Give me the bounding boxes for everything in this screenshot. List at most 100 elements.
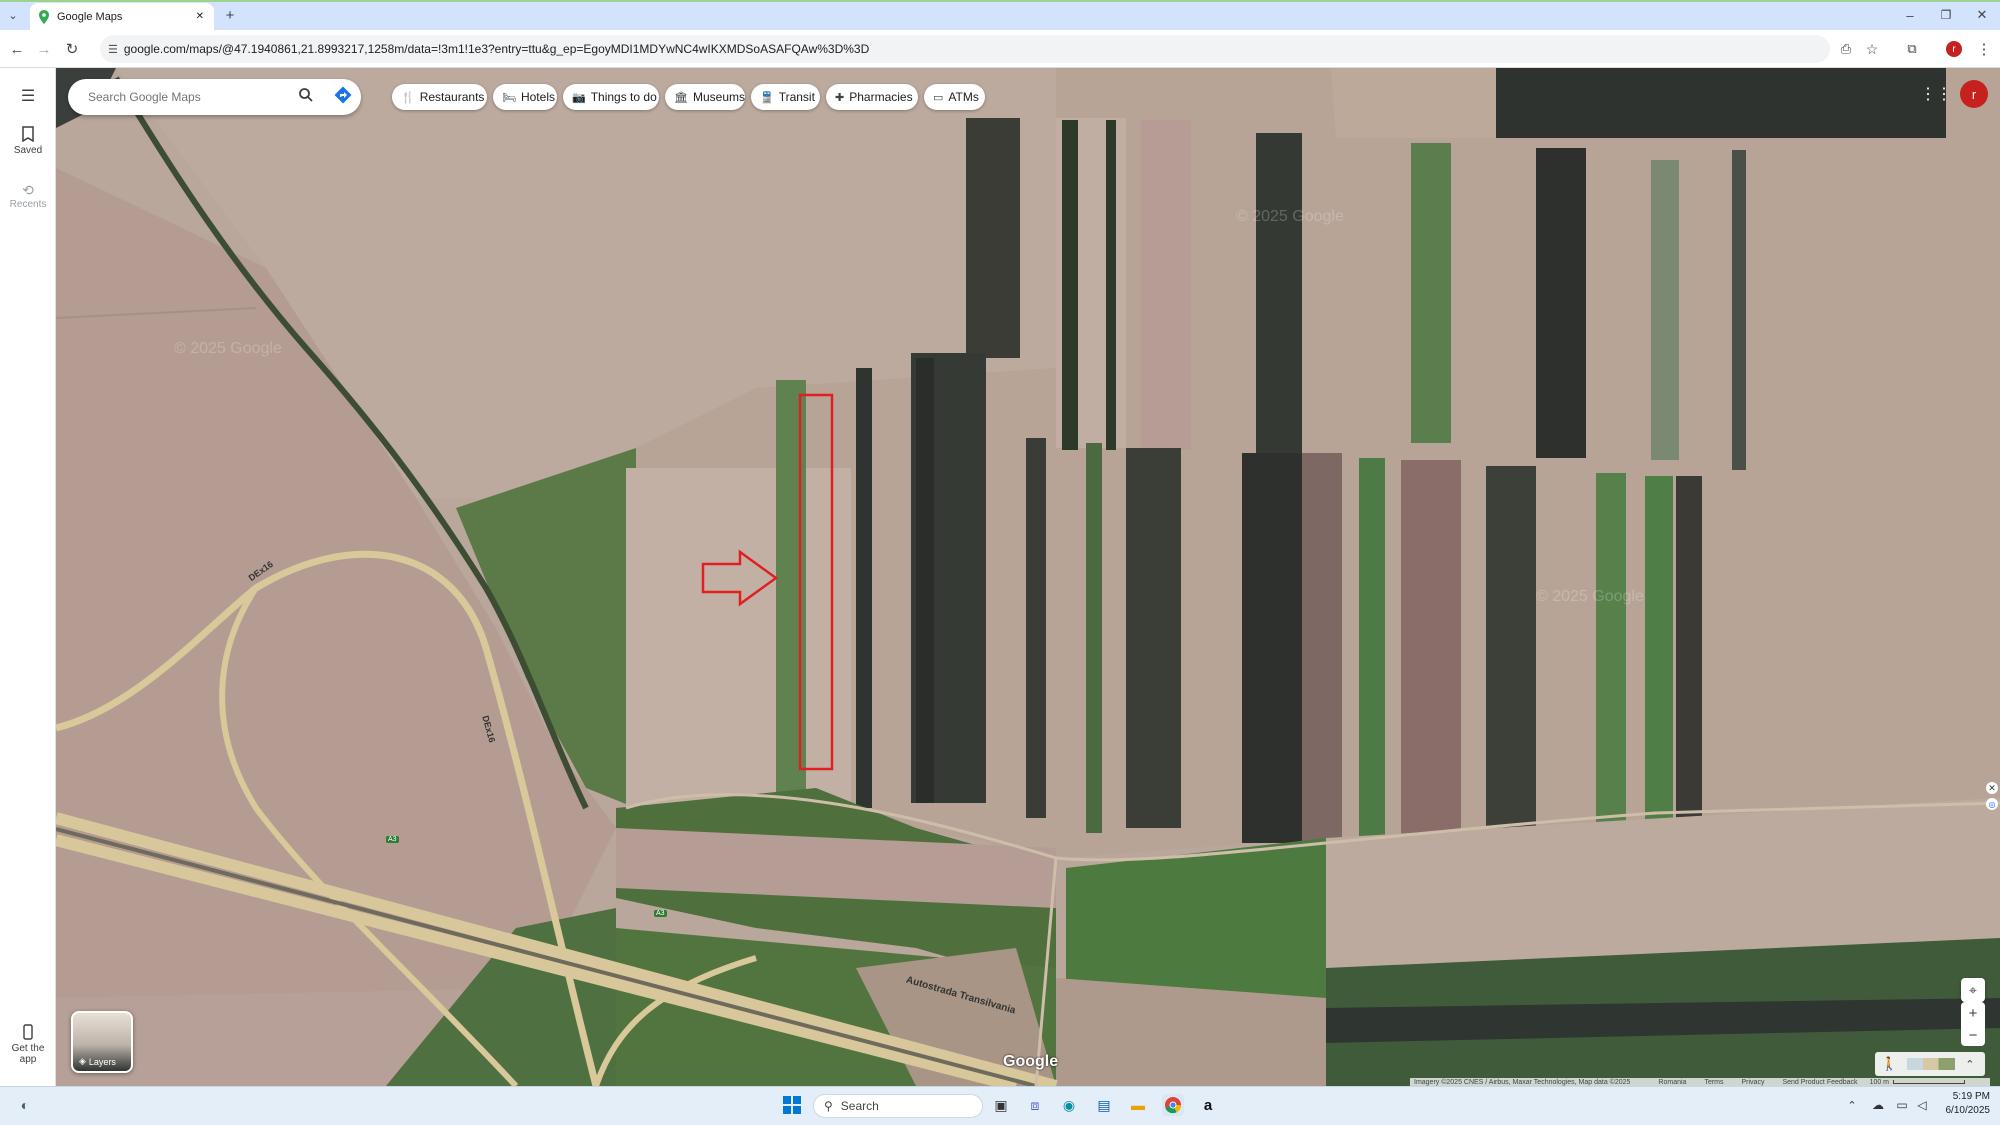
clock-time: 5:19 PM <box>1952 1091 1990 1102</box>
recents-button[interactable]: ⟲ Recents <box>0 182 56 210</box>
chip-label: Hotels <box>520 90 555 104</box>
file-explorer-icon[interactable]: ▬ <box>1127 1094 1149 1116</box>
highway-shield-a3: A3 <box>386 836 399 843</box>
map-watermark: © 2025 Google <box>1236 208 1344 225</box>
pegman-icon[interactable]: 🚶 <box>1881 1056 1897 1072</box>
site-info-icon[interactable]: ☰ <box>108 43 118 56</box>
train-icon: 🚆 <box>760 91 774 104</box>
minimize-icon[interactable]: – <box>1898 3 1922 27</box>
map-watermark: © 2025 Google <box>174 340 282 357</box>
google-logo: Google <box>1003 1053 1059 1070</box>
chip-label: ATMs <box>948 90 979 104</box>
layers-button[interactable]: ◈ Layers <box>71 1011 133 1073</box>
taskbar-clock[interactable]: 5:19 PM 6/10/2025 <box>1930 1090 1991 1118</box>
chip-label: Transit <box>778 90 815 104</box>
amazon-icon[interactable]: a <box>1197 1094 1219 1116</box>
url-text: google.com/maps/@47.1940861,21.8993217,1… <box>123 42 870 56</box>
extensions-icon[interactable]: ⧉ <box>1900 37 1924 61</box>
search-icon[interactable] <box>298 87 314 108</box>
satellite-imagery[interactable] <box>56 68 2000 1086</box>
network-icon[interactable]: ▭ <box>1891 1094 1913 1116</box>
scale-bar <box>1893 1080 1966 1084</box>
attribution-bar: Imagery ©2025 CNES / Airbus, Maxar Techn… <box>1410 1078 1990 1086</box>
zoom-out-button[interactable]: − <box>1961 1024 1985 1046</box>
side-panel-icon[interactable]: ◎ <box>1986 798 1998 810</box>
pharmacy-icon: ✚ <box>835 91 845 104</box>
google-apps-icon[interactable]: ⋮⋮ <box>1920 84 1952 104</box>
close-tab-icon[interactable]: ✕ <box>196 11 204 22</box>
edge-icon[interactable]: ◉ <box>1058 1094 1080 1116</box>
chip-restaurants[interactable]: 🍴 Restaurants <box>392 84 487 110</box>
account-avatar[interactable]: r <box>1960 80 1988 108</box>
browser-profile-avatar[interactable]: r <box>1946 41 1962 57</box>
chip-things-to-do[interactable]: 📷 Things to do <box>563 84 659 110</box>
imagery-credit: Imagery ©2025 CNES / Airbus, Maxar Techn… <box>1414 1078 1631 1086</box>
chip-atms[interactable]: ▭ ATMs <box>924 84 985 110</box>
atm-icon: ▭ <box>933 91 944 104</box>
scale-label: 100 m <box>1869 1078 1890 1086</box>
start-icon[interactable] <box>781 1094 803 1116</box>
browser-tab-bar <box>0 0 2000 30</box>
chip-museums[interactable]: 🏛 Museums <box>665 84 745 110</box>
saved-label: Saved <box>13 145 43 156</box>
camera-icon: 📷 <box>572 91 586 104</box>
satellite-map[interactable]: © 2025 Google © 2025 Google © 2025 Googl… <box>56 68 2000 1086</box>
restore-icon[interactable]: ❐ <box>1934 3 1958 27</box>
maps-pin-icon <box>39 9 49 24</box>
chip-transit[interactable]: 🚆 Transit <box>751 84 820 110</box>
forward-icon[interactable]: → <box>32 37 56 61</box>
map-bottom-controls: 🚶 ⌃ <box>1875 1052 1985 1076</box>
chrome-icon[interactable] <box>1162 1094 1184 1116</box>
highway-shield-a3: A3 <box>654 910 667 917</box>
install-app-icon[interactable]: ⎙ <box>1834 37 1858 61</box>
recents-label: Recents <box>9 199 47 210</box>
country-label: Romania <box>1658 1078 1687 1086</box>
chip-hotels[interactable]: 🛏 Hotels <box>493 84 557 110</box>
directions-icon[interactable] <box>334 86 352 109</box>
bookmark-star-icon[interactable]: ☆ <box>1860 37 1884 61</box>
close-panel-icon[interactable]: ✕ <box>1986 782 1998 794</box>
maps-side-rail: ☰ Saved ⟲ Recents Get the app <box>0 68 56 1086</box>
expand-chevron-icon[interactable]: ⌃ <box>1965 1058 1974 1071</box>
chip-label: Pharmacies <box>849 90 913 104</box>
weather-icon[interactable]: ◐ <box>14 1094 36 1116</box>
layers-label: Layers <box>88 1056 116 1067</box>
window-close-icon[interactable]: ✕ <box>1970 3 1994 27</box>
browser-menu-icon[interactable]: ⋮ <box>1972 37 1996 61</box>
get-app-label: Get the app <box>11 1043 45 1065</box>
museum-icon: 🏛 <box>674 91 688 104</box>
taskbar-search[interactable]: ⚲ Search <box>813 1094 983 1118</box>
new-tab-icon[interactable]: + <box>218 3 242 27</box>
bookmark-icon <box>22 126 34 143</box>
map-watermark: © 2025 Google <box>1536 588 1644 605</box>
browser-tab[interactable]: Google Maps ✕ <box>30 3 214 30</box>
chip-pharmacies[interactable]: ✚ Pharmacies <box>826 84 918 110</box>
get-app-button[interactable]: Get the app <box>0 1024 56 1065</box>
teams-icon[interactable]: ⧈ <box>1024 1094 1046 1116</box>
privacy-link[interactable]: Privacy <box>1742 1079 1765 1086</box>
terms-link[interactable]: Terms <box>1704 1079 1723 1086</box>
chip-label: Restaurants <box>419 90 485 104</box>
clock-date: 6/10/2025 <box>1945 1105 1991 1116</box>
zoom-in-button[interactable]: + <box>1961 1002 1985 1024</box>
saved-button[interactable]: Saved <box>0 126 56 156</box>
bed-icon: 🛏 <box>502 91 516 104</box>
my-location-icon[interactable]: ⌖ <box>1961 978 1985 1002</box>
search-box[interactable] <box>68 79 361 115</box>
address-bar[interactable]: ☰ google.com/maps/@47.1940861,21.8993217… <box>100 35 1830 63</box>
back-icon[interactable]: ← <box>5 37 29 61</box>
imagery-thumbnails-icon[interactable] <box>1907 1058 1956 1070</box>
tray-chevron-icon[interactable]: ⌃ <box>1841 1094 1863 1116</box>
search-input[interactable] <box>86 89 290 105</box>
feedback-link[interactable]: Send Product Feedback <box>1782 1079 1857 1086</box>
tab-title: Google Maps <box>57 10 123 23</box>
phone-icon <box>23 1024 33 1040</box>
task-view-icon[interactable]: ▣ <box>990 1094 1012 1116</box>
chip-label: Museums <box>692 90 745 104</box>
menu-icon[interactable]: ☰ <box>0 86 56 106</box>
store-icon[interactable]: ▤ <box>1093 1094 1115 1116</box>
onedrive-icon[interactable]: ☁ <box>1867 1094 1889 1116</box>
reload-icon[interactable]: ↻ <box>60 37 84 61</box>
tab-list-chevron-icon[interactable]: ⌄ <box>2 4 24 26</box>
chip-label: Things to do <box>590 90 657 104</box>
